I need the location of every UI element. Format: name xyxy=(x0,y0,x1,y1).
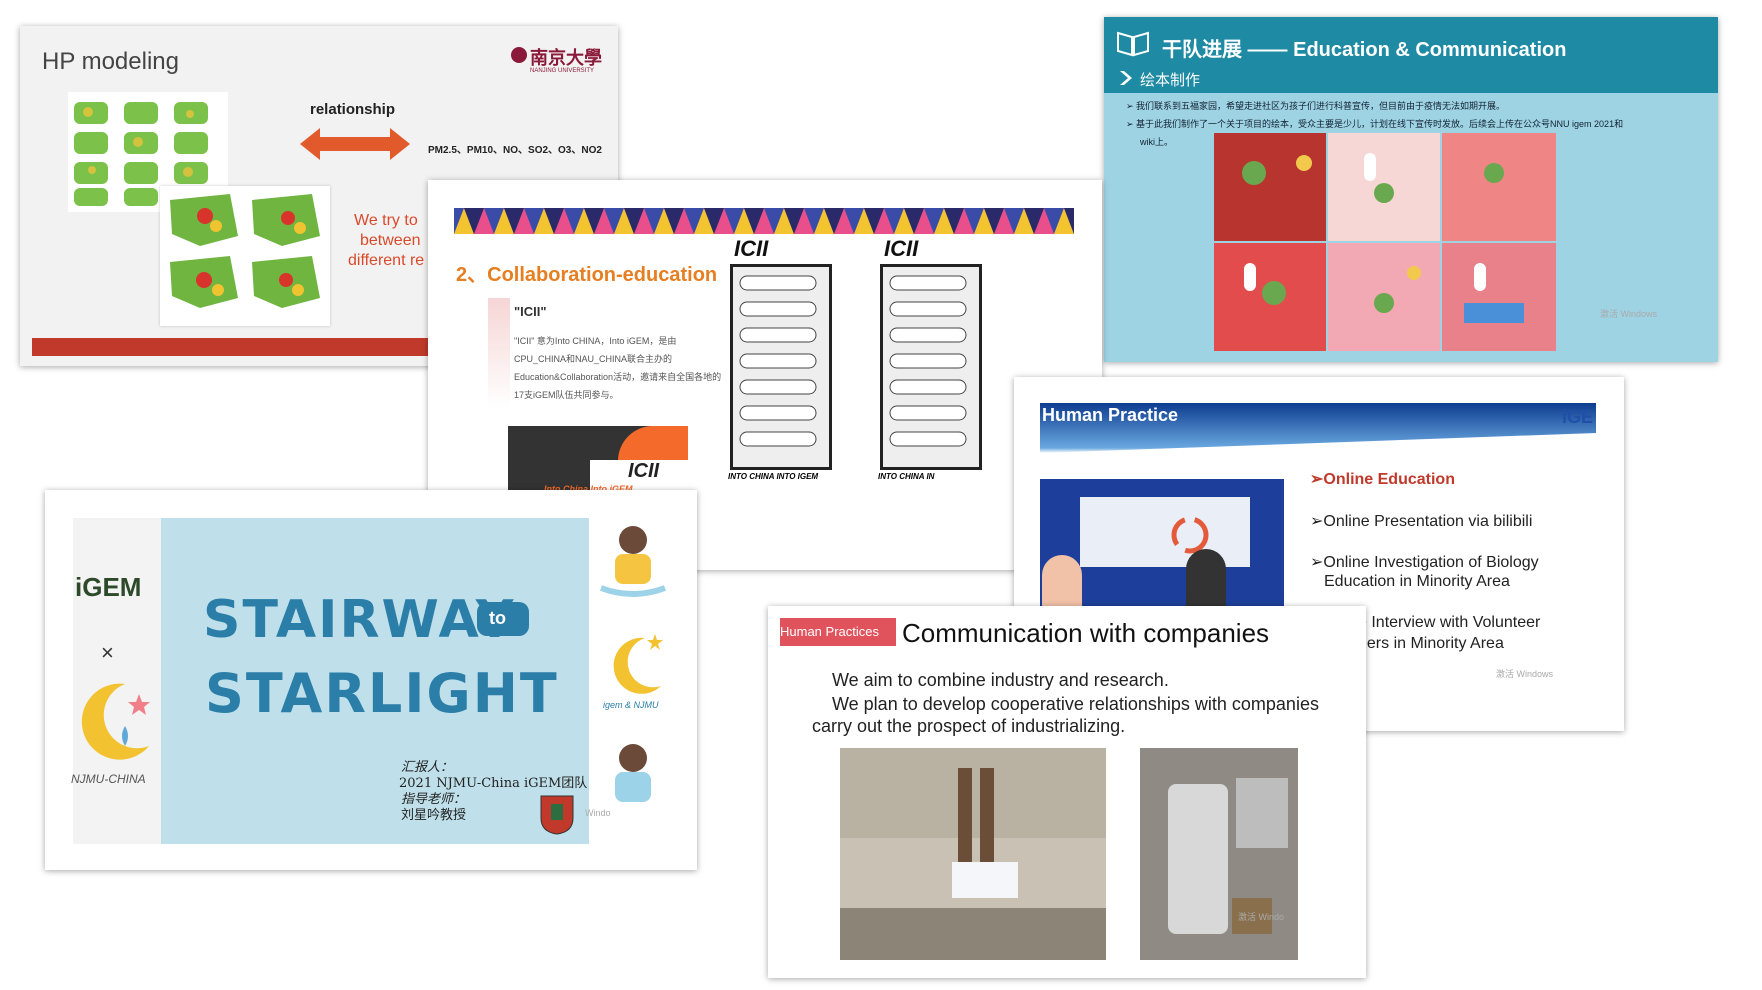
title-starlight: STARLIGHT xyxy=(205,662,559,725)
company-photo-equipment xyxy=(1140,748,1298,960)
picture-book-grid xyxy=(1214,133,1556,351)
board-game-2: ICII INTO CHINA IN xyxy=(868,224,988,484)
igem-logo: iGEM xyxy=(75,572,142,602)
ground xyxy=(840,908,1106,960)
pollutants-list: PM2.5、PM10、NO、SO2、O3、NO2 xyxy=(428,145,602,156)
chevron-right-icon xyxy=(1120,71,1132,85)
igem-logo: iGE xyxy=(1562,407,1594,427)
list-item: e Interview with Volunteer xyxy=(1358,614,1541,631)
mascot-column xyxy=(599,526,667,802)
board-title: ICII xyxy=(884,236,919,261)
slide-title: 干队进展 —— Education & Communication xyxy=(1162,39,1567,61)
watermark: 激活 Windows xyxy=(1600,309,1658,319)
section-tag-label: Human Practices xyxy=(780,624,879,639)
person-1 xyxy=(1042,555,1082,609)
body-line: ➢ 基于此我们制作了一个关于项目的绘本，受众主要是少儿，计划在线下宣传时发放。后… xyxy=(1126,119,1624,129)
body-line: We aim to combine industry and research. xyxy=(832,670,1169,690)
list-item: ➢Online Education xyxy=(1310,471,1455,488)
list-item: Education in Minority Area xyxy=(1324,573,1510,590)
list-item: ➢Online Investigation of Biology xyxy=(1310,554,1539,571)
signboard xyxy=(958,768,972,868)
list-item: ➢Online Presentation via bilibili xyxy=(1310,513,1533,530)
person-2 xyxy=(1186,549,1226,609)
igem-njmu-label: igem & NJMU xyxy=(603,700,659,710)
university-emblem-icon xyxy=(511,47,527,63)
list-item: ners in Minority Area xyxy=(1358,635,1504,652)
university-logo: 南京大學 xyxy=(530,48,602,69)
body-line: wiki上。 xyxy=(1140,137,1173,147)
university-logo-sub: NANJING UNIVERSITY xyxy=(530,68,595,74)
red-text-line: different re xyxy=(348,252,425,269)
school-emblem-icon xyxy=(540,795,574,835)
company-photo-outdoor xyxy=(840,748,1106,960)
icii-label: "ICII" xyxy=(514,304,547,319)
title-stairway: STAIRWAY xyxy=(203,590,516,650)
presentation-photo xyxy=(1040,479,1284,609)
icii-description: "ICII" 意为Into CHINA，Into iGEM，是由CPU_CHIN… xyxy=(514,336,722,400)
body-line: carry out the prospect of industrializin… xyxy=(812,716,1126,736)
moon-icon xyxy=(81,683,150,760)
title-to-badge: to xyxy=(477,602,529,636)
signboard xyxy=(980,768,994,868)
map-grid-large xyxy=(160,186,330,326)
bioreactor xyxy=(1168,784,1228,934)
control-panel xyxy=(1236,778,1288,848)
slide-title: Human Practice xyxy=(1042,405,1179,425)
advisor-name: 刘星吟教授 xyxy=(401,808,467,823)
njmu-china-label: NJMU-CHINA xyxy=(71,772,146,786)
building-facade xyxy=(840,748,1106,838)
red-text-line: We try to xyxy=(354,212,418,229)
team-banner xyxy=(952,862,1018,898)
board-title: ICII xyxy=(734,236,769,261)
slide-subtitle: 绘本制作 xyxy=(1140,72,1201,89)
relationship-label: relationship xyxy=(310,101,396,118)
book-icon xyxy=(1117,31,1149,57)
slide-title: 2、Collaboration-education xyxy=(456,264,718,286)
slide-title: HP modeling xyxy=(42,48,179,75)
photo-poster xyxy=(1080,497,1250,567)
slide-communication-companies: Human Practices Communication with compa… xyxy=(768,606,1366,978)
red-text-line: between xyxy=(360,232,421,249)
accent-bar xyxy=(488,298,510,408)
times-sign: × xyxy=(101,640,114,665)
slide-stairway-starlight: iGEM × NJMU-CHINA STAIRWAY to STARLIGHT … xyxy=(45,490,697,870)
watermark: 激活 Windo xyxy=(1238,912,1285,922)
watermark: 激活 Windows xyxy=(1496,669,1554,679)
board-caption: INTO CHINA IN xyxy=(878,472,935,481)
body-line: ➢ 我们联系到五福家园，希望走进社区为孩子们进行科普宣传，但目前由于疫情无法如期… xyxy=(1126,101,1506,111)
title-to: to xyxy=(489,608,506,628)
slide-education-communication: 干队进展 —— Education & Communication 绘本制作 ➢… xyxy=(1104,17,1718,362)
board-caption: INTO CHINA INTO IGEM xyxy=(728,472,819,481)
double-arrow-icon xyxy=(300,128,410,160)
slide-title: Communication with companies xyxy=(902,618,1270,648)
poster-title: ICII xyxy=(628,460,660,482)
icii-poster-thumbnail: ICII Into China Into iGEM xyxy=(508,426,688,496)
board-game-1: ICII INTO CHINA INTO IGEM xyxy=(718,224,838,484)
body-line: We plan to develop cooperative relations… xyxy=(832,694,1319,714)
